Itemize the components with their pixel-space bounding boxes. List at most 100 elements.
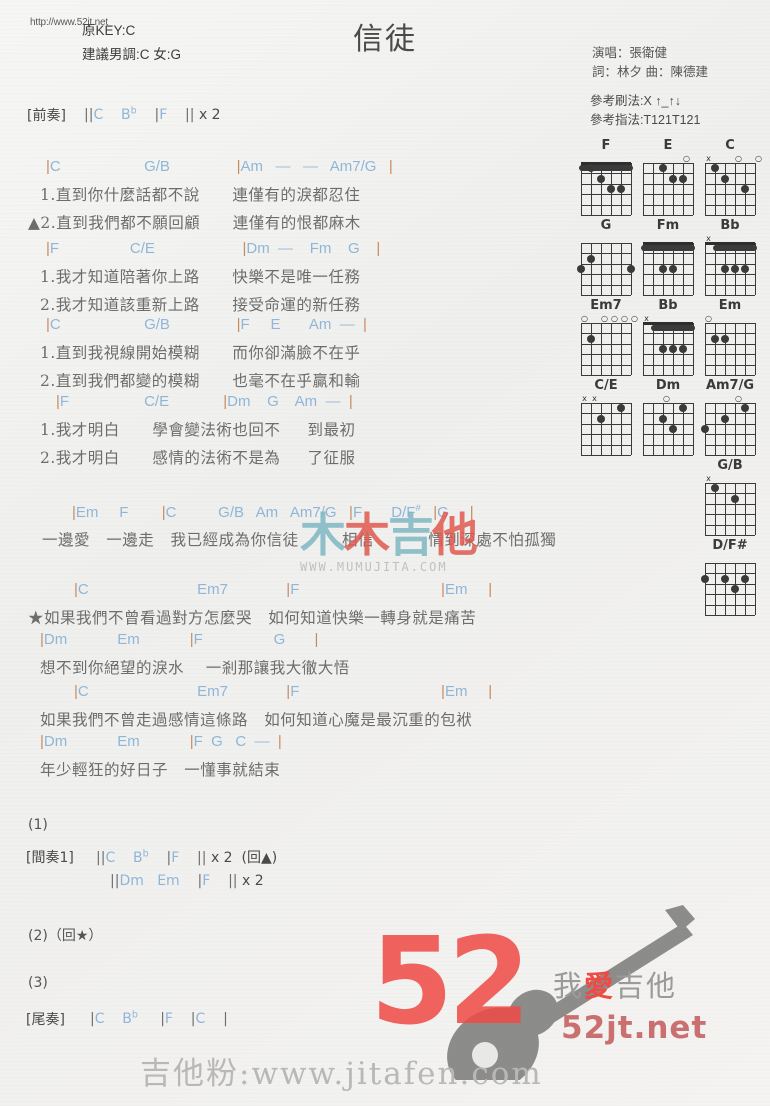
chord-diagram-name: Am7/G bbox=[705, 378, 755, 393]
finger-dot bbox=[731, 585, 739, 593]
open-string-icon: ○ bbox=[735, 154, 742, 163]
chord-open-mute-markers bbox=[578, 234, 634, 243]
chord-fretboard bbox=[643, 163, 694, 216]
finger-dot bbox=[669, 174, 677, 183]
chord-diagram-name: C bbox=[725, 138, 735, 153]
barre-bar bbox=[641, 245, 695, 252]
finger-dot bbox=[741, 404, 749, 413]
finger-dot bbox=[731, 265, 739, 273]
finger-dot bbox=[659, 414, 667, 423]
muted-string-icon: x bbox=[706, 474, 711, 483]
finger-dot bbox=[659, 164, 667, 173]
chord-diagram-name: C/E bbox=[594, 378, 618, 393]
chord-open-mute-markers bbox=[702, 554, 758, 563]
chord-fretboard bbox=[705, 483, 756, 536]
chord-fretboard bbox=[577, 243, 635, 296]
finger-dot bbox=[607, 185, 615, 193]
finger-dot bbox=[721, 265, 729, 273]
open-string-icon: ○ bbox=[683, 154, 690, 163]
verse-1-lyric-1: 1.直到你什麼話都不說 連僅有的淚都忍住 bbox=[40, 186, 361, 204]
finger-dot bbox=[669, 425, 677, 433]
chord-open-mute-markers: ○ bbox=[702, 314, 758, 323]
open-string-icon: ○ bbox=[621, 314, 628, 323]
chorus-2-chords: |Dm Em |F G | bbox=[40, 631, 319, 648]
watermark-jitafen: 吉他粉:www.jitafen.com bbox=[140, 1056, 543, 1092]
finger-dot bbox=[597, 414, 605, 423]
verse-4-lyric-2: 2.我才明白 感情的法術不是為 了征服 bbox=[40, 449, 356, 467]
strum-pattern-label: 參考刷法:X ↑_↑↓ bbox=[590, 94, 681, 108]
chord-fretboard bbox=[643, 322, 695, 376]
verse-2-lyric-1: 1.我才知道陪著你上路 快樂不是唯一任務 bbox=[40, 268, 361, 286]
chord-fretboard bbox=[643, 403, 694, 456]
verse-3-chords: |C G/B |F E Am — | bbox=[46, 316, 367, 333]
chord-fretboard bbox=[701, 403, 756, 456]
chord-diagram-name: Fm bbox=[656, 218, 680, 233]
chorus-1-chords: |C Em7 |F |Em | bbox=[74, 581, 493, 598]
verse-2-lyric-2: 2.我才知道該重新上路 接受命運的新任務 bbox=[40, 296, 361, 314]
playing-reference-block: 參考刷法:X ↑_↑↓ 參考指法:T121T121 bbox=[590, 92, 700, 130]
finger-dot bbox=[701, 574, 709, 583]
finger-dot bbox=[741, 265, 749, 273]
chord-diagram-name: G/B bbox=[717, 458, 743, 473]
chord-diagram-name: D/F# bbox=[712, 538, 748, 553]
verse-1-chords: |C G/B |Am — — Am7/G | bbox=[46, 158, 393, 175]
chord-fretboard bbox=[705, 163, 756, 216]
verse-3-lyric-1: 1.直到我視線開始模糊 而你卻滿臉不在乎 bbox=[40, 344, 361, 362]
verse-1-lyric-2: ▲2.直到我們都不願回顧 連僅有的恨都麻木 bbox=[28, 214, 361, 232]
chord-open-mute-markers: ○ ○ ○ ○ ○ bbox=[578, 314, 638, 323]
prechorus-chords: |Em F |C G/B Am Am7/G |F D/F# |G | bbox=[72, 503, 474, 521]
finger-dot bbox=[679, 345, 687, 353]
chord-open-mute-markers: x ○ ○ bbox=[702, 154, 762, 163]
intro-chord-text: ||C Bb |F || x 2 bbox=[84, 105, 221, 123]
finger-dot bbox=[669, 265, 677, 273]
muted-string-icon: x bbox=[706, 154, 711, 163]
chord-diagram-E: E ○ bbox=[640, 138, 696, 216]
chord-diagram-name: Bb bbox=[658, 298, 678, 313]
verse-2-chords: |F C/E |Dm — Fm G | bbox=[46, 240, 381, 257]
chorus-4-chords: |Dm Em |F G C — | bbox=[40, 733, 282, 750]
finger-dot bbox=[679, 174, 687, 183]
chord-diagram-name: Em bbox=[718, 298, 742, 313]
finger-dot bbox=[721, 414, 729, 423]
interlude-chords-1: ||C Bb |F || x 2 (回▲) bbox=[96, 847, 277, 867]
finger-dot bbox=[669, 345, 677, 353]
chorus-3-chords: |C Em7 |F |Em | bbox=[74, 683, 493, 700]
verse-4-lyric-1: 1.我才明白 學會變法術也回不 到最初 bbox=[40, 421, 356, 439]
marker-2: (2)（回★） bbox=[28, 928, 103, 944]
credits-block: 演唱：張衛健 詞：林夕 曲：陳德建 bbox=[592, 44, 708, 82]
outro-label: [尾奏] bbox=[26, 1012, 65, 1028]
writers-label: 詞：林夕 曲：陳德建 bbox=[592, 65, 708, 79]
finger-dot bbox=[627, 265, 635, 273]
chorus-1-lyric: ★如果我們不曾看過對方怎麼哭 如何知道快樂一轉身就是痛苦 bbox=[28, 609, 477, 627]
chord-diagram-name: Bb bbox=[720, 218, 740, 233]
marker-3: (3) bbox=[28, 975, 48, 991]
marker-1: (1) bbox=[28, 817, 48, 833]
chord-diagram-Bb: Bb x bbox=[640, 298, 696, 376]
chord-fretboard bbox=[705, 242, 757, 296]
interlude-chords-2-text: ||Dm Em |F || x 2 bbox=[110, 873, 264, 889]
open-string-icon: ○ bbox=[663, 394, 670, 403]
open-string-icon: ○ bbox=[581, 314, 588, 323]
chord-fretboard bbox=[581, 323, 632, 376]
chorus-2-lyric: 想不到你絕望的淚水 一剎那讓我大徹大悟 bbox=[40, 659, 350, 677]
finger-dot bbox=[721, 574, 729, 583]
finger-dot bbox=[741, 574, 749, 583]
muted-string-icon: x bbox=[582, 394, 587, 403]
open-string-icon: ○ bbox=[611, 314, 618, 323]
muted-string-icon: x bbox=[592, 394, 597, 403]
chord-open-mute-markers: ○ bbox=[640, 394, 696, 403]
chord-diagram-name: Dm bbox=[655, 378, 681, 393]
chord-diagram-C: Cx ○ ○ bbox=[702, 138, 762, 216]
chord-diagram-name: F bbox=[601, 138, 611, 153]
chord-diagram-C-E: C/E x x bbox=[578, 378, 634, 456]
open-string-icon: ○ bbox=[755, 154, 762, 163]
chord-diagram-G: G bbox=[577, 218, 635, 296]
finger-dot bbox=[721, 174, 729, 183]
interlude-chords-1-text: ||C Bb |F || x 2 (回▲) bbox=[96, 848, 278, 866]
chord-diagram-G-B: G/B x bbox=[702, 458, 758, 536]
chord-fretboard bbox=[581, 403, 632, 456]
open-string-icon: ○ bbox=[735, 394, 742, 403]
finger-dot bbox=[701, 425, 709, 433]
chord-diagram-Em: Em ○ bbox=[702, 298, 758, 376]
open-string-icon: ○ bbox=[631, 314, 638, 323]
